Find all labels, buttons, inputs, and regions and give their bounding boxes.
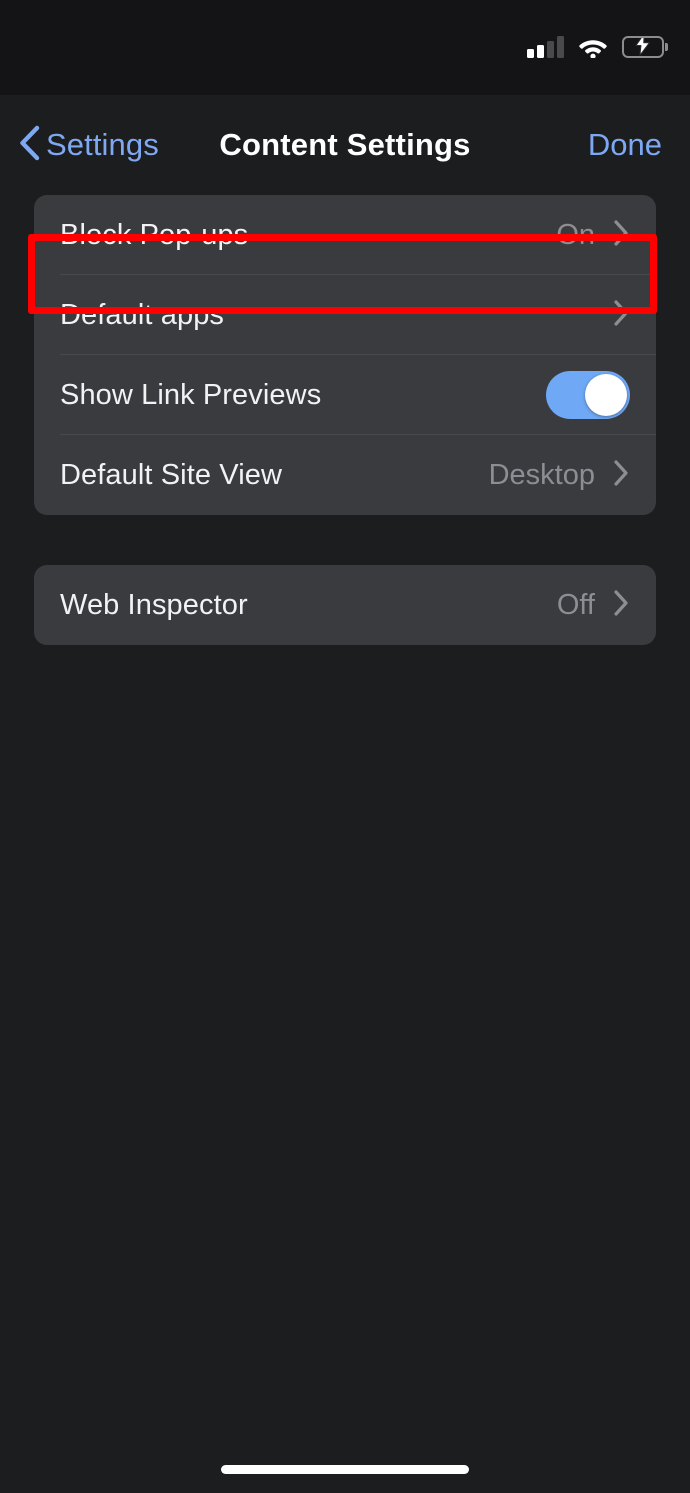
row-web-inspector[interactable]: Web Inspector Off: [34, 565, 656, 645]
row-label: Default apps: [60, 298, 225, 331]
chevron-right-icon: [613, 299, 630, 332]
settings-list: Block Pop-ups On Default apps Show Link …: [0, 195, 690, 645]
status-bar: [0, 0, 690, 95]
chevron-right-icon: [613, 589, 630, 622]
done-button[interactable]: Done: [588, 127, 662, 163]
row-accessory: Off: [557, 589, 630, 622]
row-value: On: [556, 218, 595, 251]
row-value: Desktop: [488, 458, 595, 491]
charging-bolt-icon: [635, 37, 651, 56]
row-label: Block Pop-ups: [60, 218, 249, 251]
row-label: Web Inspector: [60, 588, 248, 621]
chevron-right-icon: [613, 219, 630, 252]
home-indicator-bar[interactable]: [221, 1465, 469, 1474]
chevron-right-icon: [613, 459, 630, 492]
phone-screen: Settings Content Settings Done Block Pop…: [0, 0, 690, 1493]
row-default-site-view[interactable]: Default Site View Desktop: [34, 435, 656, 515]
toggle-knob: [585, 374, 627, 416]
row-label: Show Link Previews: [60, 378, 322, 411]
page-title: Content Settings: [219, 127, 471, 162]
settings-group-developer: Web Inspector Off: [34, 565, 656, 645]
settings-group-content: Block Pop-ups On Default apps Show Link …: [34, 195, 656, 515]
wifi-icon: [578, 36, 608, 58]
battery-charging-icon: [622, 35, 668, 58]
row-accessory: [546, 371, 630, 419]
row-show-link-previews[interactable]: Show Link Previews: [34, 355, 656, 435]
show-link-previews-toggle[interactable]: [546, 371, 630, 419]
row-accessory: Desktop: [489, 459, 630, 492]
navigation-bar: Settings Content Settings Done: [0, 95, 690, 195]
row-accessory: On: [556, 219, 630, 252]
row-default-apps[interactable]: Default apps: [34, 275, 656, 355]
row-label: Default Site View: [60, 458, 283, 491]
row-value: Off: [556, 588, 595, 621]
cellular-signal-icon: [527, 36, 564, 58]
row-block-popups[interactable]: Block Pop-ups On: [34, 195, 656, 275]
row-accessory: [595, 299, 630, 332]
status-bar-indicators: [527, 24, 668, 58]
